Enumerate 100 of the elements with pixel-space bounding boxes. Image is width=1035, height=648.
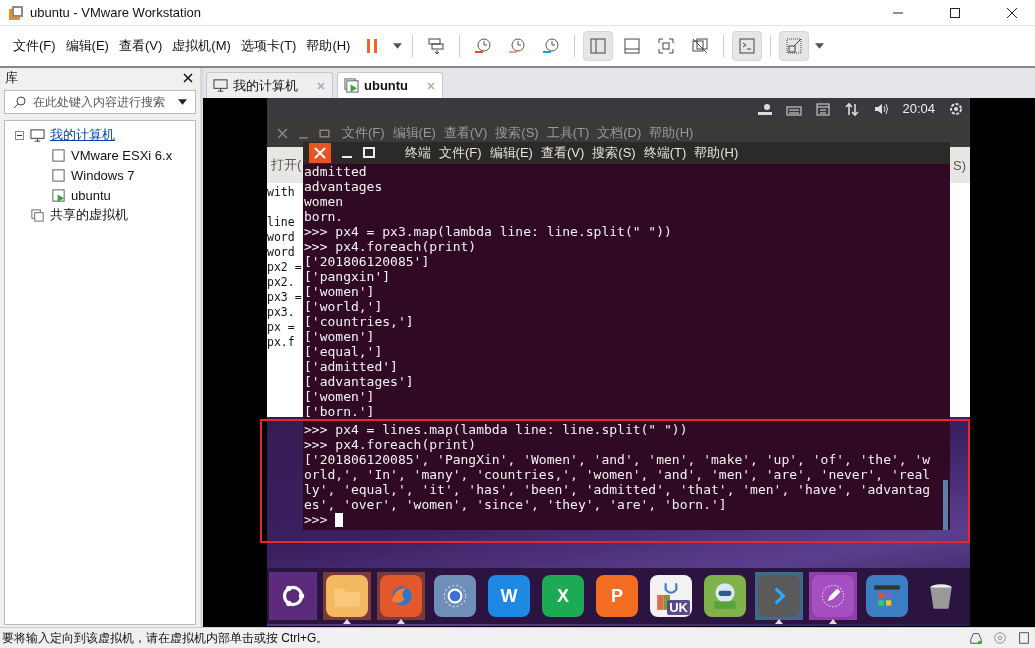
dock-item[interactable] [269, 572, 317, 620]
menu-item[interactable]: 文件(F) [439, 144, 482, 162]
vm-icon [51, 167, 66, 183]
tab[interactable]: ubuntu [337, 72, 444, 98]
vm-icon [51, 187, 66, 203]
terminal-line: orld,', 'In', 'many', 'countries,', 'women', 'and', 'men', 'are', 'never', 'real [304, 467, 932, 482]
terminal-line: born. [304, 209, 345, 224]
menu-item[interactable]: 文件(F) [342, 124, 385, 142]
code-line: word [267, 245, 295, 260]
terminal-line: >>> px4 = lines.map(lambda line: line.split(" ")) [304, 422, 689, 437]
tree-item[interactable]: 我的计算机 [50, 126, 115, 144]
menu-item[interactable]: 查看(V) [540, 144, 585, 162]
app-letter: P [611, 585, 623, 607]
code-line: px.f [267, 335, 295, 350]
calendar-icon[interactable] [815, 100, 832, 117]
search-field[interactable]: 在此处键入内容进行搜索 [4, 90, 196, 114]
panel-title: 库 [5, 69, 18, 87]
caret-icon[interactable] [178, 99, 187, 105]
menu-item[interactable]: 终端 [405, 144, 431, 162]
power-icon[interactable] [948, 100, 964, 117]
app-letter: W [500, 585, 518, 607]
terminal-line: es', 'over', 'women', 'since', 'they', 'are', 'born.'] [304, 497, 728, 512]
app-logo-icon [8, 4, 24, 21]
dock-item[interactable]: W [485, 572, 533, 620]
disc-icon[interactable] [993, 631, 1007, 645]
monitor-icon [213, 78, 228, 93]
terminal-line: ['201806120085'] [304, 254, 431, 269]
tab[interactable]: 我的计算机 [206, 72, 333, 98]
terminal-line: advantages [304, 179, 384, 194]
code-line: px3. [267, 305, 295, 320]
menu-item[interactable]: 帮助(H) [306, 37, 351, 55]
menu-item[interactable]: 虚拟机(M) [172, 37, 231, 55]
terminal-line: ['advantages'] [304, 374, 415, 389]
terminal-line: ['equal,'] [304, 344, 384, 359]
close-icon[interactable] [1006, 6, 1018, 19]
terminal-line: >>> px4 = px3.map(lambda line: line.split(" ")) [304, 224, 673, 239]
stretch-icon [784, 36, 805, 56]
menu-item[interactable]: 工具(T) [546, 124, 590, 142]
terminal-line: ly', 'equal,', 'it', 'has', 'been', 'admitted', 'that', 'men', 'have', 'advantag [304, 482, 932, 497]
text-cursor [335, 512, 344, 527]
toolbar-button[interactable]: S) [953, 157, 966, 173]
dock-item[interactable] [431, 572, 479, 620]
menu-item[interactable]: 搜索(S) [592, 144, 636, 162]
menu-item[interactable]: 终端(T) [643, 144, 687, 162]
code-line: px2. [267, 275, 295, 290]
status-text: 要将输入定向到该虚拟机，请在虚拟机内部单击或按 Ctrl+G。 [2, 629, 329, 647]
collapse-icon[interactable] [15, 130, 24, 140]
vm-screen[interactable] [203, 98, 1035, 627]
dock-item[interactable] [863, 572, 911, 620]
tree-item[interactable]: 共享的虚拟机 [50, 206, 128, 224]
tree-item[interactable]: VMware ESXi 6.x [71, 147, 173, 163]
code-line: px = [267, 320, 295, 335]
menu-item[interactable]: 查看(V) [443, 124, 488, 142]
menu-item[interactable]: 帮助(H) [649, 124, 694, 142]
code-line: px3 = [267, 290, 302, 305]
app-letter: UK [667, 600, 690, 615]
terminal-line: ['women'] [304, 389, 376, 404]
terminal-line: >>> px4.foreach(print) [304, 239, 478, 254]
menu-item[interactable]: 查看(V) [118, 37, 163, 55]
menu-item[interactable]: 编辑(E) [392, 124, 436, 142]
device-icon[interactable] [1017, 631, 1031, 645]
dock-item[interactable]: UK [647, 572, 695, 620]
code-line: with [267, 185, 295, 200]
terminal-line: ['admitted'] [304, 359, 399, 374]
tree-item[interactable]: ubuntu [71, 187, 111, 203]
crossed-windows-icon [690, 36, 711, 56]
tree-item[interactable]: Windows 7 [71, 167, 135, 183]
shared-vm-icon [30, 207, 45, 223]
sidebar-layout-icon [588, 36, 609, 56]
menu-item[interactable]: 编辑(E) [489, 144, 533, 162]
menu-item[interactable]: 编辑(E) [65, 37, 109, 55]
close-icon[interactable] [183, 73, 193, 83]
monitor-icon [30, 127, 45, 143]
toolbar-button[interactable] [779, 31, 810, 61]
terminal-prompt: >>> [304, 512, 328, 527]
terminal-line: ['pangxin'] [304, 269, 392, 284]
network-icon[interactable] [844, 100, 861, 117]
toolbar-button[interactable] [583, 31, 614, 61]
terminal-line: ['born.'] [304, 404, 376, 419]
clock-arrow-icon [507, 36, 528, 56]
scrollbar-thumb[interactable] [943, 480, 948, 530]
caret-icon[interactable] [393, 43, 403, 49]
menu-item[interactable]: 文件(F) [13, 37, 56, 55]
caret-icon[interactable] [815, 43, 825, 49]
clock-plus-icon [473, 36, 494, 56]
fullscreen-icon [656, 36, 677, 56]
keyboard-send-icon [426, 36, 447, 56]
menu-item[interactable]: 选项卡(T) [240, 37, 297, 55]
dock-item[interactable] [701, 572, 749, 620]
code-line: line [267, 215, 295, 230]
menu-item[interactable]: 搜索(S) [495, 124, 539, 142]
maximize-icon[interactable] [949, 6, 961, 19]
code-line: word [267, 230, 295, 245]
terminal-line: ['women'] [304, 329, 376, 344]
terminal-line: ['countries,'] [304, 314, 415, 329]
menu-item[interactable]: 帮助(H) [694, 144, 739, 162]
open-button[interactable]: 打开( [271, 156, 302, 174]
toolbar-button[interactable] [732, 31, 763, 61]
menu-item[interactable]: 文档(D) [597, 124, 642, 142]
clock[interactable]: 20:04 [902, 101, 935, 116]
